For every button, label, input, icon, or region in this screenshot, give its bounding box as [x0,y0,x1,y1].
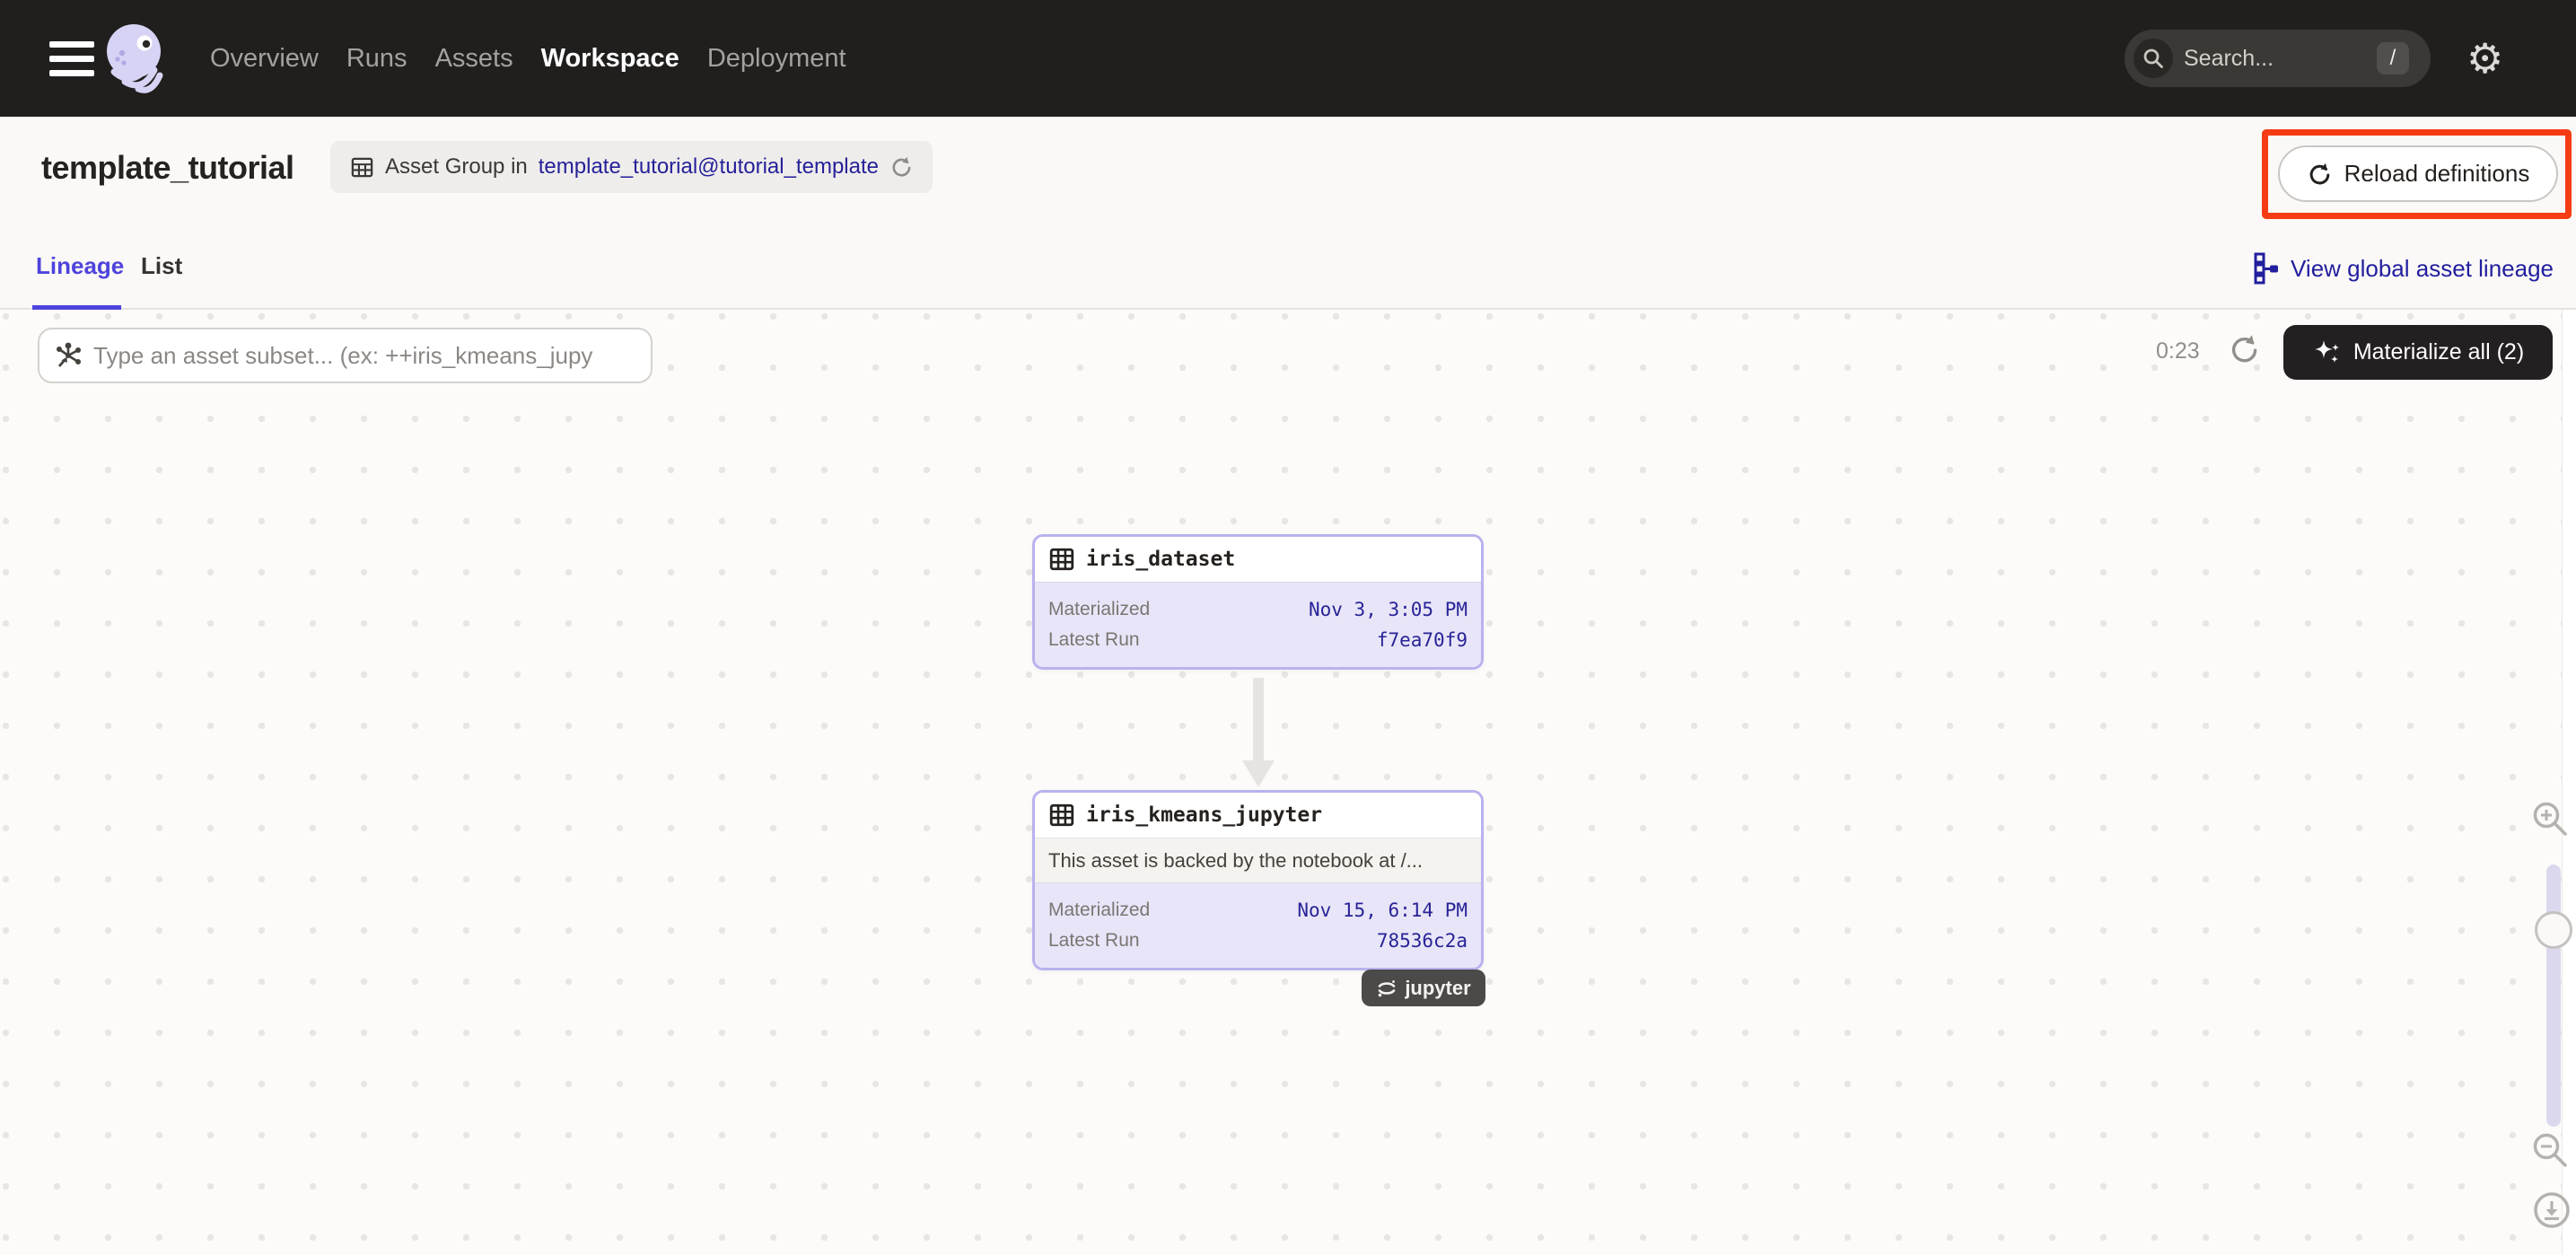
dagster-logo[interactable] [99,20,174,95]
sparkles-icon [2312,338,2343,368]
download-image-icon[interactable] [2529,1188,2574,1237]
asset-group-label: Asset Group in [385,154,528,180]
materialize-all-button[interactable]: Materialize all (2) [2283,325,2553,380]
canvas-scroll-gutter [2562,310,2576,1255]
jupyter-icon [1376,978,1398,999]
latest-run-label: Latest Run [1048,629,1140,651]
zoom-slider-handle[interactable] [2535,911,2572,949]
page-title: template_tutorial [41,149,294,187]
latest-run-id[interactable]: f7ea70f9 [1377,629,1468,651]
refresh-icon[interactable] [2228,333,2260,365]
reload-definitions-label: Reload definitions [2344,160,2530,188]
search-icon [2134,39,2173,78]
view-tabs: Lineage List View global asset lineage [0,229,2576,310]
top-nav-bar: Overview Runs Assets Workspace Deploymen… [0,0,2576,117]
table-asset-icon [1048,802,1075,829]
nav-item-overview[interactable]: Overview [210,44,319,74]
materialized-label: Materialized [1048,599,1150,620]
zoom-out-icon[interactable] [2529,1129,2571,1175]
materialized-label: Materialized [1048,900,1150,921]
asset-group-link[interactable]: template_tutorial@tutorial_template [539,154,879,180]
nav-item-workspace[interactable]: Workspace [541,44,679,74]
asset-node-header: iris_dataset [1035,537,1481,582]
primary-nav: Overview Runs Assets Workspace Deploymen… [210,0,846,117]
dagster-app: Overview Runs Assets Workspace Deploymen… [0,0,2576,1255]
global-search[interactable]: / [2125,30,2431,87]
zoom-slider-track[interactable] [2546,864,2561,1127]
nav-item-assets[interactable]: Assets [435,44,513,74]
refresh-countdown: 0:23 [2156,338,2200,364]
latest-run-label: Latest Run [1048,930,1140,952]
reload-definitions-button[interactable]: Reload definitions [2278,145,2558,202]
tab-lineage[interactable]: Lineage [36,252,124,280]
lineage-canvas[interactable]: 0:23 Materialize all (2) [0,310,2576,1255]
search-input[interactable] [2184,30,2368,87]
view-global-asset-lineage-link[interactable]: View global asset lineage [2253,252,2554,285]
search-shortcut-key: / [2377,42,2409,75]
kind-tag-jupyter[interactable]: jupyter [1362,970,1485,1006]
hamburger-menu-icon[interactable] [49,41,94,76]
lineage-edge-arrow [1242,678,1275,792]
asset-group-breadcrumb: Asset Group in template_tutorial@tutoria… [330,141,933,193]
graph-filter-icon [54,341,83,370]
asset-node-header: iris_kmeans_jupyter [1035,793,1481,838]
materialized-row: Materialized Nov 3, 3:05 PM [1048,594,1468,625]
lineage-graph-icon [2253,252,2280,285]
table-asset-icon [1048,546,1075,573]
nav-item-deployment[interactable]: Deployment [707,44,846,74]
materialize-all-label: Materialize all (2) [2353,339,2524,365]
asset-node-iris-dataset[interactable]: iris_dataset Materialized Nov 3, 3:05 PM… [1032,534,1484,670]
asset-subset-input[interactable] [93,329,651,382]
nav-item-runs[interactable]: Runs [346,44,407,74]
tab-list[interactable]: List [141,252,182,280]
asset-node-status: Materialized Nov 3, 3:05 PM Latest Run f… [1035,582,1481,667]
settings-gear-icon[interactable]: ⚙ [2466,29,2503,88]
reload-icon [2307,162,2332,187]
asset-node-iris-kmeans-jupyter[interactable]: iris_kmeans_jupyter This asset is backed… [1032,790,1484,970]
zoom-in-icon[interactable] [2529,798,2571,844]
page-header: template_tutorial Asset Group in templat… [0,117,2576,229]
materialized-timestamp[interactable]: Nov 3, 3:05 PM [1309,599,1468,620]
asset-name: iris_kmeans_jupyter [1086,803,1322,827]
latest-run-id[interactable]: 78536c2a [1377,930,1468,952]
materialized-timestamp[interactable]: Nov 15, 6:14 PM [1297,900,1468,921]
reload-workspace-icon[interactable] [889,155,913,179]
asset-subset-filter[interactable] [38,328,653,383]
latest-run-row: Latest Run f7ea70f9 [1048,625,1468,655]
view-global-asset-lineage-label: View global asset lineage [2291,255,2554,283]
asset-node-status: Materialized Nov 15, 6:14 PM Latest Run … [1035,882,1481,968]
asset-description: This asset is backed by the notebook at … [1035,838,1481,882]
kind-tag-label: jupyter [1405,977,1470,1000]
latest-run-row: Latest Run 78536c2a [1048,926,1468,956]
asset-name: iris_dataset [1086,548,1235,571]
asset-group-icon [350,155,374,180]
materialized-row: Materialized Nov 15, 6:14 PM [1048,895,1468,926]
